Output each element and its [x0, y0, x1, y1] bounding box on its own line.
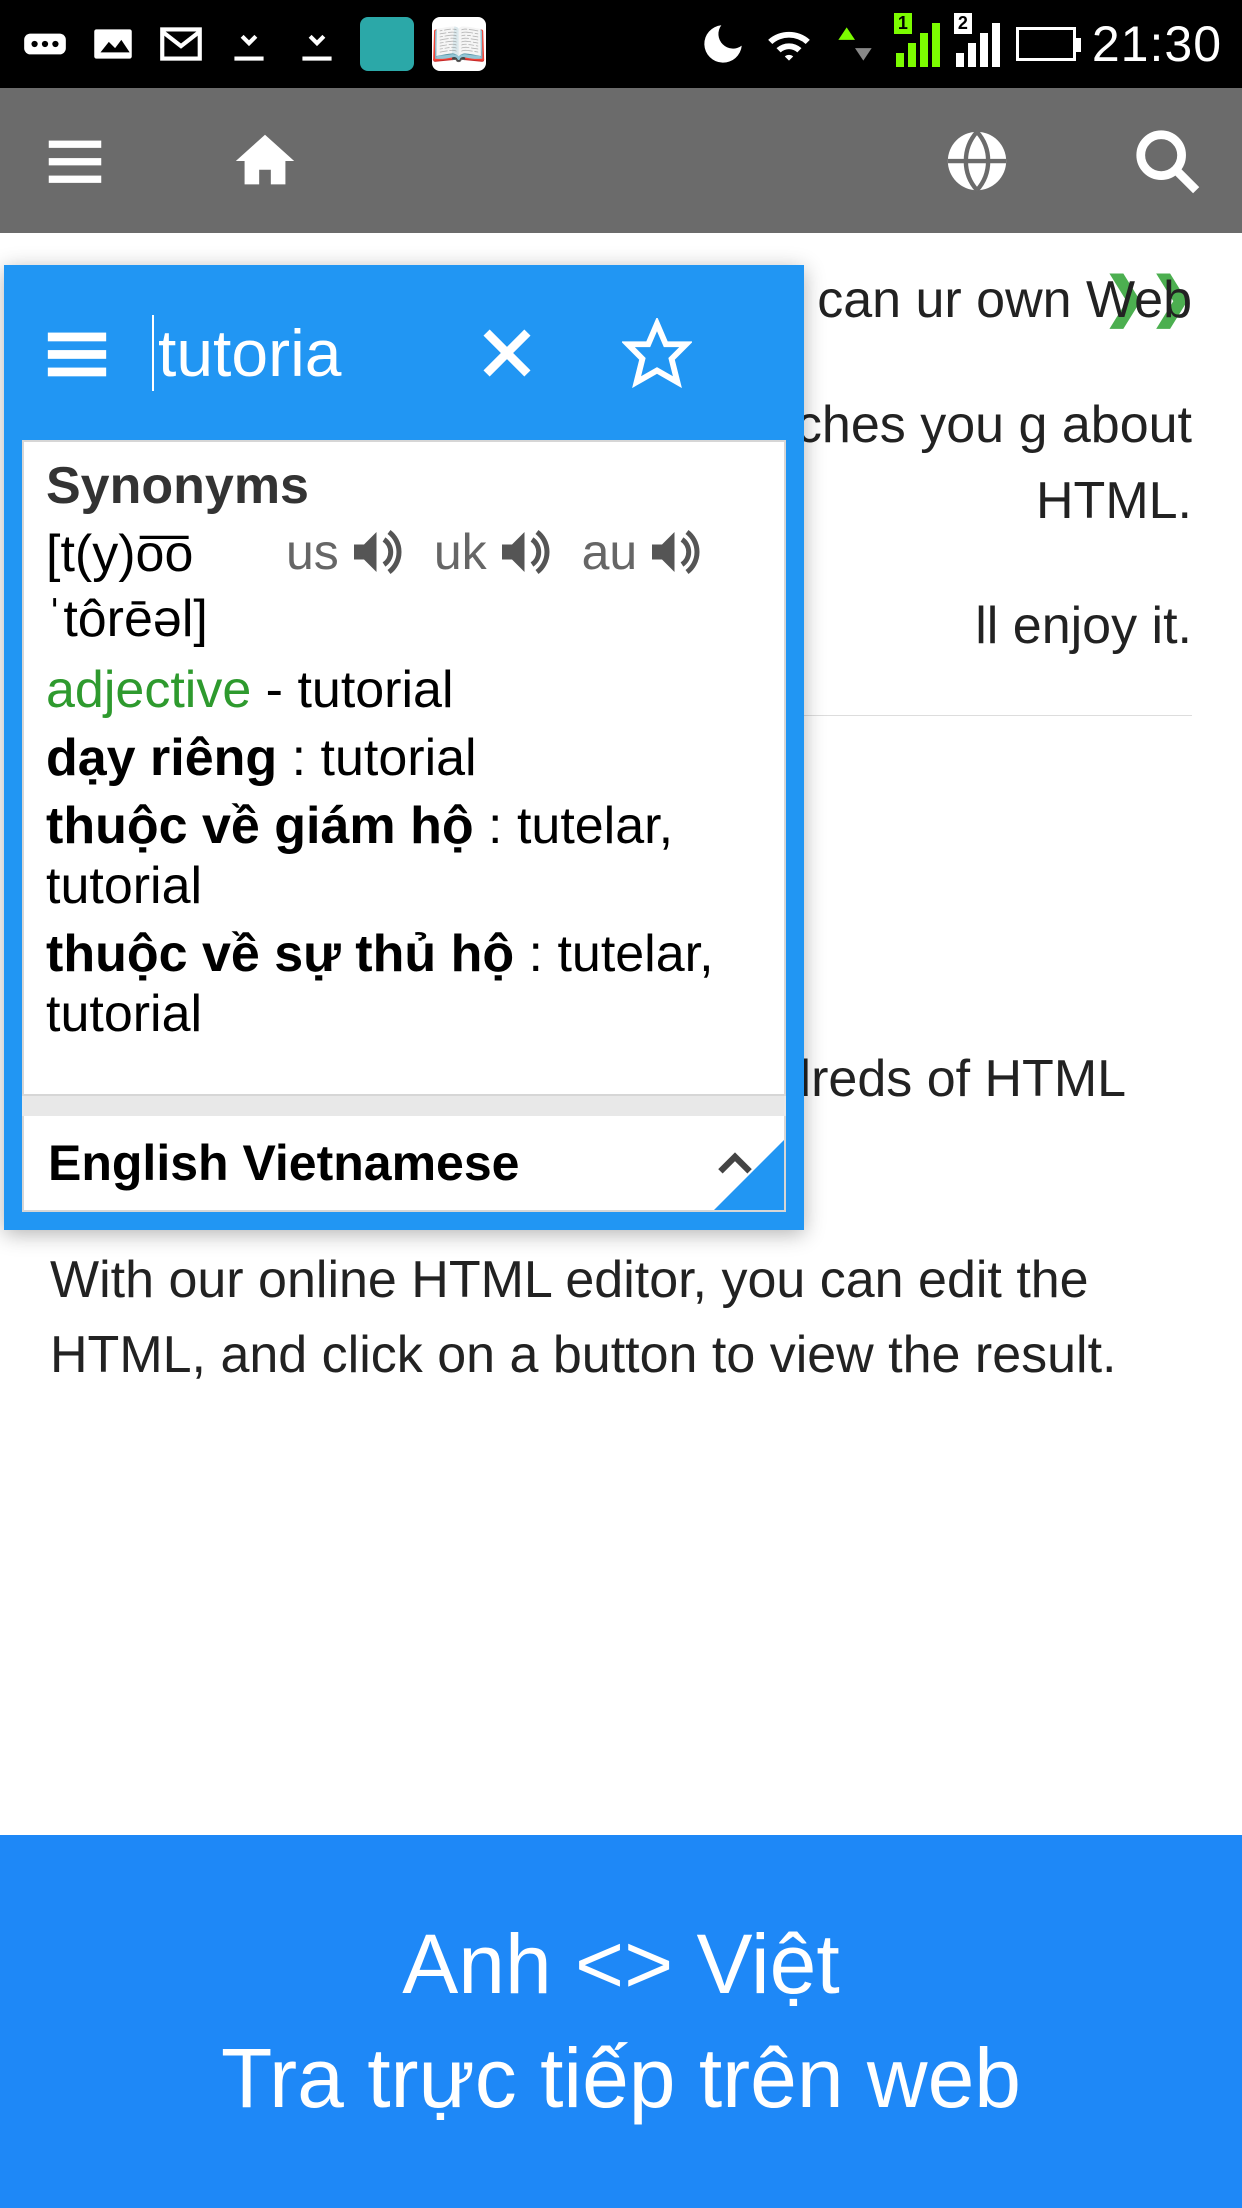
synonyms-heading: Synonyms — [46, 456, 762, 516]
star-icon[interactable] — [622, 318, 692, 388]
dict-header — [4, 265, 804, 440]
dict-more-label: English Vietnamese — [48, 1134, 519, 1192]
pron-uk[interactable]: uk — [434, 522, 552, 582]
data-arrows-icon — [830, 19, 880, 69]
status-left: 📖 — [20, 17, 486, 71]
app-toolbar — [0, 88, 1242, 233]
definition-row: dạy riêng : tutorial — [46, 728, 762, 788]
wifi-icon — [764, 19, 814, 69]
dict-search-input[interactable] — [152, 315, 432, 391]
definition-row: thuộc về giám hộ : tutelar, tutorial — [46, 796, 762, 916]
clock: 21:30 — [1092, 15, 1222, 73]
resize-corner-icon[interactable] — [714, 1140, 784, 1210]
moon-icon — [698, 19, 748, 69]
download-icon — [292, 19, 342, 69]
search-icon[interactable] — [1132, 126, 1202, 196]
menu-icon[interactable] — [40, 126, 110, 196]
pron-au[interactable]: au — [582, 522, 703, 582]
download-icon — [224, 19, 274, 69]
speaker-icon[interactable] — [492, 522, 552, 582]
banner-line2: Tra trực tiếp trên web — [221, 2022, 1021, 2135]
speaker-icon[interactable] — [344, 522, 404, 582]
part-of-speech: adjective - tutorial — [46, 660, 762, 720]
signal-sim2: 2 — [956, 21, 1000, 67]
page-text: With our online HTML editor, you can edi… — [50, 1243, 1192, 1394]
bottom-banner[interactable]: Anh <> Việt Tra trực tiếp trên web — [0, 1835, 1242, 2208]
image-icon — [88, 19, 138, 69]
battery-icon — [1016, 27, 1076, 61]
banner-line1: Anh <> Việt — [402, 1908, 839, 2021]
signal-sim1: 1 — [896, 21, 940, 67]
phonetic-text: [t(y)o͞o ˈtôrēəl] — [46, 522, 256, 652]
more-notif-icon — [20, 19, 70, 69]
dict-body[interactable]: Synonyms [t(y)o͞o ˈtôrēəl] us uk au adje… — [22, 440, 786, 1096]
gmail-icon — [156, 19, 206, 69]
status-bar: 📖 1 2 21:30 — [0, 0, 1242, 88]
clear-icon[interactable] — [472, 318, 542, 388]
status-right: 1 2 21:30 — [698, 15, 1222, 73]
book-notif-icon: 📖 — [432, 17, 486, 71]
globe-icon[interactable] — [942, 126, 1012, 196]
definition-row: thuộc về sự thủ hộ : tutelar, tutorial — [46, 924, 762, 1044]
home-icon[interactable] — [230, 126, 300, 196]
dict-more-section[interactable]: English Vietnamese — [22, 1116, 786, 1212]
pron-us[interactable]: us — [286, 522, 404, 582]
dict-menu-icon[interactable] — [42, 318, 112, 388]
dictionary-popup: Synonyms [t(y)o͞o ˈtôrēəl] us uk au adje… — [4, 265, 804, 1230]
speaker-icon[interactable] — [642, 522, 702, 582]
app-notif-icon — [360, 17, 414, 71]
